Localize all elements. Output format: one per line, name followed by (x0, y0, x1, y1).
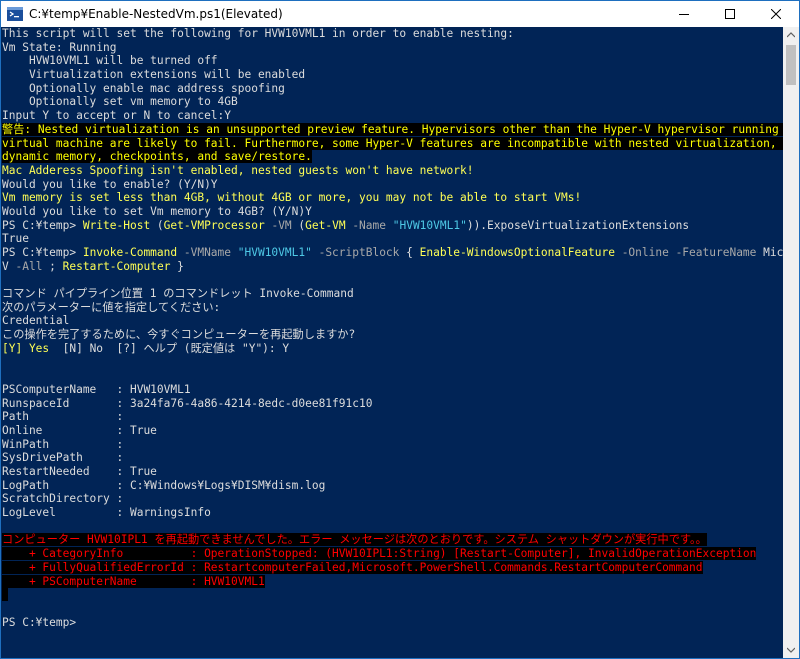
console-line: LogPath : C:¥Windows¥Logs¥DISM¥dism.log (2, 478, 326, 492)
error-line: コンピューター HVW10IPL1 を再起動できませんでした。エラー メッセージ… (1, 533, 785, 547)
console-line: 次のパラメーターに値を指定してください: (2, 300, 221, 314)
command-line: PS C:¥temp> Write-Host (Get-VMProcessor … (1, 219, 785, 233)
token: } (170, 259, 184, 273)
string: "HVW10VML1" (392, 218, 467, 232)
console-line: この操作を完了するために、今すぐコンピューターを再起動しますか? (2, 328, 356, 342)
console-line: LogLevel : WarningsInfo (2, 506, 211, 520)
title-bar[interactable]: C:¥temp¥Enable-NestedVm.ps1(Elevated) (1, 1, 799, 27)
cmdlet: Write-Host (82, 218, 151, 232)
powershell-icon (7, 7, 23, 21)
token: ( (150, 218, 164, 232)
console-line: True (2, 232, 29, 246)
window-controls (661, 1, 799, 27)
error-line: + FullyQualifiedErrorId : Restartcompute… (1, 560, 785, 575)
error-text: + PSComputerName : HVW10VML1 (2, 574, 265, 588)
parameter: -ScriptBlock (311, 246, 407, 259)
console-line: RestartNeeded : True (2, 465, 157, 478)
parameter: -Name (345, 218, 393, 232)
token: )).ExposeVirtualizationExtensions (466, 218, 690, 232)
console-line: Optionally enable mac address spoofing (2, 81, 285, 95)
token: { (406, 246, 420, 259)
parameter: -VM (264, 218, 299, 232)
scroll-up-button[interactable] (783, 27, 799, 43)
console-line: HVW10VML1 will be turned off (2, 54, 218, 68)
console-line: Input Y to accept or N to cancel:Y (2, 109, 232, 123)
parameter: -Online -FeatureName (614, 246, 764, 259)
error-line: + CategoryInfo : OperationStopped: (HVW1… (1, 547, 785, 561)
token: Microsoft-Hyper- (763, 246, 785, 259)
console-line: ​ (1, 588, 785, 602)
console-line: Would you like to set Vm memory to 4GB? … (2, 204, 312, 218)
warning-line: dynamic memory, checkpoints, and save/re… (1, 150, 785, 164)
console-line: PSComputerName : HVW10VML1 (2, 382, 191, 396)
prompt: PS C:¥temp> (2, 246, 83, 259)
error-line: + PSComputerName : HVW10VML1 (1, 574, 785, 589)
console-line: Credential (2, 314, 70, 328)
error-text: コンピューター HVW10IPL1 を再起動できませんでした。エラー メッセージ… (2, 533, 707, 547)
console-line: [Y] Yes [N] No [?] ヘルプ (既定値は "Y"): Y (1, 342, 785, 356)
chevron-up-icon (787, 32, 795, 38)
console-line: WinPath : (2, 437, 124, 451)
warning-text: virtual machine are likely to fail. Furt… (2, 136, 785, 150)
console-line: RunspaceId : 3a24fa76-4a86-4214-8edc-d0e… (2, 396, 373, 410)
maximize-icon (725, 9, 735, 19)
string: "HVW10VML1" (237, 246, 312, 259)
console-line: Optionally set vm memory to 4GB (2, 95, 238, 109)
prompt: PS C:¥temp> (2, 615, 77, 629)
console-line: Vm State: Running (2, 40, 117, 54)
console-output[interactable]: This script will set the following for H… (1, 27, 785, 658)
cmdlet: Enable-WindowsOptionalFeature (419, 246, 615, 259)
error-spacer (2, 588, 8, 602)
error-text: + FullyQualifiedErrorId : Restartcompute… (2, 560, 703, 574)
token: [N] No [?] ヘルプ (既定値は "Y"): Y (49, 341, 290, 355)
console-line: SysDrivePath : (2, 451, 124, 465)
parameter: -VMName (177, 246, 238, 259)
choice-yes: [Y] Yes (2, 341, 50, 355)
maximize-button[interactable] (707, 1, 753, 27)
warning-line: virtual machine are likely to fail. Furt… (1, 136, 785, 151)
parameter: -All (8, 259, 50, 273)
console-line: Path : (2, 410, 124, 424)
console-line: Online : True (2, 423, 157, 437)
cmdlet: Invoke-Command (82, 246, 178, 259)
command-line: PS C:¥temp> Invoke-Command -VMName "HVW1… (1, 246, 785, 260)
chevron-down-icon (787, 647, 795, 653)
scroll-down-button[interactable] (783, 642, 799, 658)
console-line: Would you like to enable? (Y/N)Y (2, 177, 218, 191)
warning-text: 警告: Nested virtualization is an unsuppor… (2, 122, 785, 136)
vertical-scrollbar[interactable] (783, 27, 799, 658)
close-icon (771, 9, 781, 19)
close-button[interactable] (753, 1, 799, 27)
scrollbar-thumb[interactable] (786, 45, 796, 85)
token: ; (49, 259, 63, 273)
console-line: Virtualization extensions will be enable… (2, 68, 306, 82)
prompt-line[interactable]: PS C:¥temp> (1, 616, 785, 630)
console-line: This script will set the following for H… (2, 27, 514, 40)
console-line: Mac Adderess Spoofing isn't enabled, nes… (2, 163, 474, 177)
console-line: Vm memory is set less than 4GB, without … (2, 191, 582, 205)
cmdlet: Get-VM (305, 218, 346, 232)
command-line: V -All ; Restart-Computer } (1, 260, 785, 274)
minimize-button[interactable] (661, 1, 707, 27)
console-line: コマンド パイプライン位置 1 のコマンドレット Invoke-Command (2, 287, 354, 301)
console-line: ScratchDirectory : (2, 492, 124, 506)
minimize-icon (679, 14, 689, 15)
powershell-window: C:¥temp¥Enable-NestedVm.ps1(Elevated) Th… (0, 0, 800, 659)
warning-text: dynamic memory, checkpoints, and save/re… (2, 150, 312, 164)
token: V (2, 259, 9, 273)
error-text: + CategoryInfo : OperationStopped: (HVW1… (2, 547, 757, 561)
cmdlet: Restart-Computer (62, 259, 171, 273)
prompt: PS C:¥temp> (2, 218, 83, 232)
warning-line: 警告: Nested virtualization is an unsuppor… (1, 122, 785, 137)
cmdlet: Get-VMProcessor (163, 218, 265, 232)
window-title: C:¥temp¥Enable-NestedVm.ps1(Elevated) (29, 7, 283, 21)
